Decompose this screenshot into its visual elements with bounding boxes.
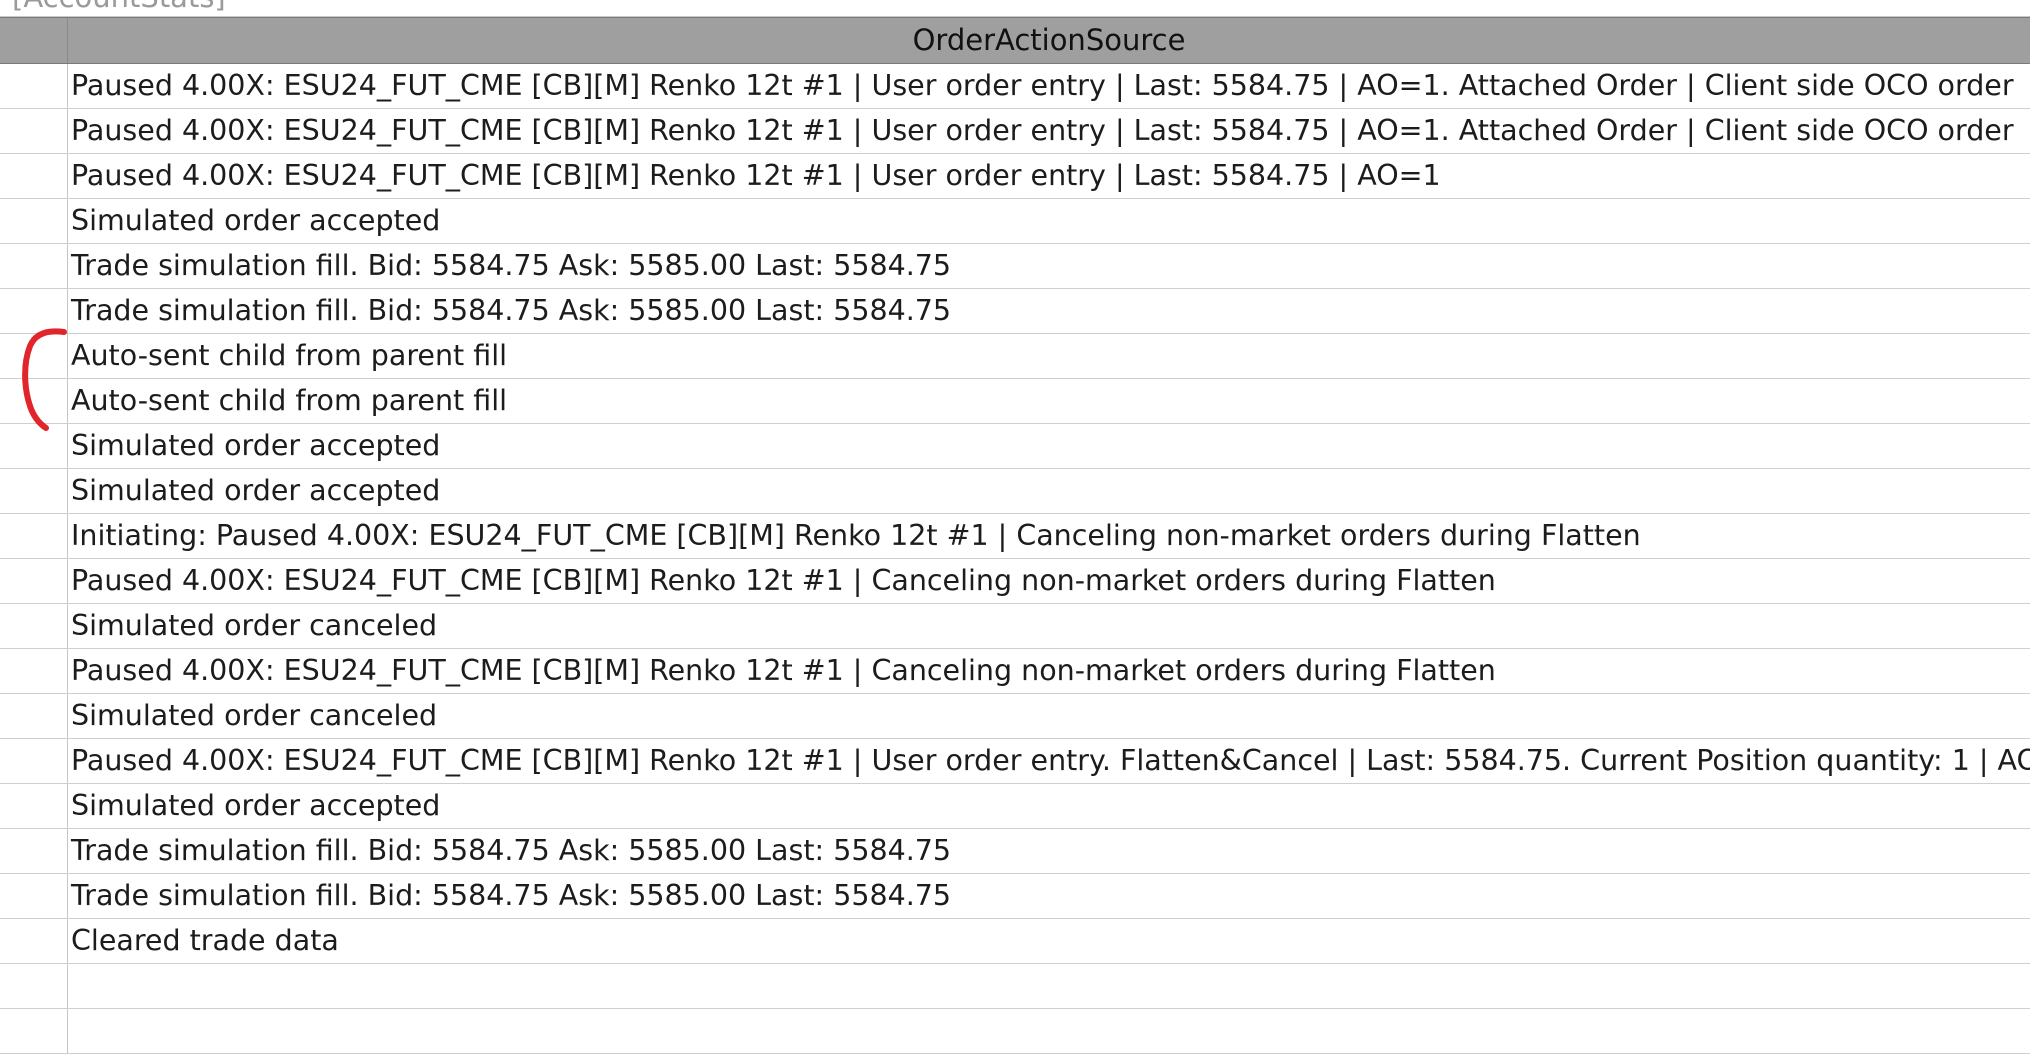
row-header-cell[interactable] (0, 919, 68, 963)
table-row[interactable]: Paused 4.00X: ESU24_FUT_CME [CB][M] Renk… (0, 154, 2030, 199)
row-header-cell[interactable] (0, 784, 68, 828)
row-header-cell[interactable] (0, 874, 68, 918)
table-row[interactable]: Trade simulation fill. Bid: 5584.75 Ask:… (0, 289, 2030, 334)
row-header-cell[interactable] (0, 289, 68, 333)
row-header-cell[interactable] (0, 604, 68, 648)
row-header-cell[interactable] (0, 559, 68, 603)
table-row[interactable] (0, 1009, 2030, 1054)
row-header-cell[interactable] (0, 64, 68, 108)
table-cell[interactable]: Initiating: Paused 4.00X: ESU24_FUT_CME … (70, 514, 2030, 558)
table-cell[interactable] (70, 964, 2030, 1008)
table-row[interactable]: Paused 4.00X: ESU24_FUT_CME [CB][M] Renk… (0, 109, 2030, 154)
table-cell[interactable]: Trade simulation fill. Bid: 5584.75 Ask:… (70, 289, 2030, 333)
row-header-cell[interactable] (0, 469, 68, 513)
cut-off-title: [AccountStats] (12, 0, 226, 15)
top-strip: [AccountStats] (0, 0, 2030, 17)
row-header-cell[interactable] (0, 334, 68, 378)
table-cell[interactable]: Simulated order accepted (70, 199, 2030, 243)
table-cell[interactable]: Auto-sent child from parent fill (70, 334, 2030, 378)
row-header-corner[interactable] (0, 18, 68, 63)
table-cell[interactable]: Simulated order canceled (70, 694, 2030, 738)
table-row[interactable]: Trade simulation fill. Bid: 5584.75 Ask:… (0, 829, 2030, 874)
row-header-cell[interactable] (0, 379, 68, 423)
order-action-source-grid: OrderActionSource Paused 4.00X: ESU24_FU… (0, 17, 2030, 1054)
row-header-cell[interactable] (0, 739, 68, 783)
table-row[interactable]: Simulated order accepted (0, 424, 2030, 469)
table-cell[interactable]: Cleared trade data (70, 919, 2030, 963)
table-row[interactable]: Trade simulation fill. Bid: 5584.75 Ask:… (0, 244, 2030, 289)
row-header-cell[interactable] (0, 1009, 68, 1053)
table-row[interactable]: Simulated order canceled (0, 604, 2030, 649)
table-row[interactable]: Paused 4.00X: ESU24_FUT_CME [CB][M] Renk… (0, 559, 2030, 604)
table-row[interactable]: Simulated order accepted (0, 784, 2030, 829)
table-cell[interactable]: Simulated order accepted (70, 469, 2030, 513)
row-header-cell[interactable] (0, 694, 68, 738)
table-row[interactable]: Trade simulation fill. Bid: 5584.75 Ask:… (0, 874, 2030, 919)
table-cell[interactable]: Trade simulation fill. Bid: 5584.75 Ask:… (70, 244, 2030, 288)
row-header-cell[interactable] (0, 154, 68, 198)
table-row[interactable]: Simulated order accepted (0, 199, 2030, 244)
table-cell[interactable]: Paused 4.00X: ESU24_FUT_CME [CB][M] Renk… (70, 649, 2030, 693)
table-cell[interactable]: Simulated order accepted (70, 784, 2030, 828)
table-cell[interactable]: Trade simulation fill. Bid: 5584.75 Ask:… (70, 829, 2030, 873)
table-row[interactable]: Auto-sent child from parent fill (0, 334, 2030, 379)
row-header-cell[interactable] (0, 109, 68, 153)
table-row[interactable]: Paused 4.00X: ESU24_FUT_CME [CB][M] Renk… (0, 64, 2030, 109)
table-row[interactable]: Initiating: Paused 4.00X: ESU24_FUT_CME … (0, 514, 2030, 559)
row-header-cell[interactable] (0, 514, 68, 558)
table-cell[interactable]: Simulated order accepted (70, 424, 2030, 468)
table-row[interactable]: Cleared trade data (0, 919, 2030, 964)
table-row[interactable] (0, 964, 2030, 1009)
table-row[interactable]: Paused 4.00X: ESU24_FUT_CME [CB][M] Renk… (0, 649, 2030, 694)
table-cell[interactable]: Paused 4.00X: ESU24_FUT_CME [CB][M] Renk… (70, 559, 2030, 603)
table-cell[interactable]: Paused 4.00X: ESU24_FUT_CME [CB][M] Renk… (70, 154, 2030, 198)
table-row[interactable]: Simulated order canceled (0, 694, 2030, 739)
table-cell[interactable]: Paused 4.00X: ESU24_FUT_CME [CB][M] Renk… (70, 64, 2030, 108)
table-cell[interactable]: Paused 4.00X: ESU24_FUT_CME [CB][M] Renk… (70, 739, 2030, 783)
table-row[interactable]: Auto-sent child from parent fill (0, 379, 2030, 424)
column-header-orderactionsource[interactable]: OrderActionSource (68, 18, 2030, 63)
table-cell[interactable]: Auto-sent child from parent fill (70, 379, 2030, 423)
row-header-cell[interactable] (0, 244, 68, 288)
row-header-cell[interactable] (0, 964, 68, 1008)
table-cell[interactable] (70, 1009, 2030, 1053)
grid-header-row: OrderActionSource (0, 17, 2030, 64)
table-cell[interactable]: Simulated order canceled (70, 604, 2030, 648)
row-header-cell[interactable] (0, 649, 68, 693)
row-header-cell[interactable] (0, 199, 68, 243)
table-cell[interactable]: Trade simulation fill. Bid: 5584.75 Ask:… (70, 874, 2030, 918)
table-row[interactable]: Simulated order accepted (0, 469, 2030, 514)
table-row[interactable]: Paused 4.00X: ESU24_FUT_CME [CB][M] Renk… (0, 739, 2030, 784)
row-header-cell[interactable] (0, 424, 68, 468)
table-cell[interactable]: Paused 4.00X: ESU24_FUT_CME [CB][M] Renk… (70, 109, 2030, 153)
row-header-cell[interactable] (0, 829, 68, 873)
